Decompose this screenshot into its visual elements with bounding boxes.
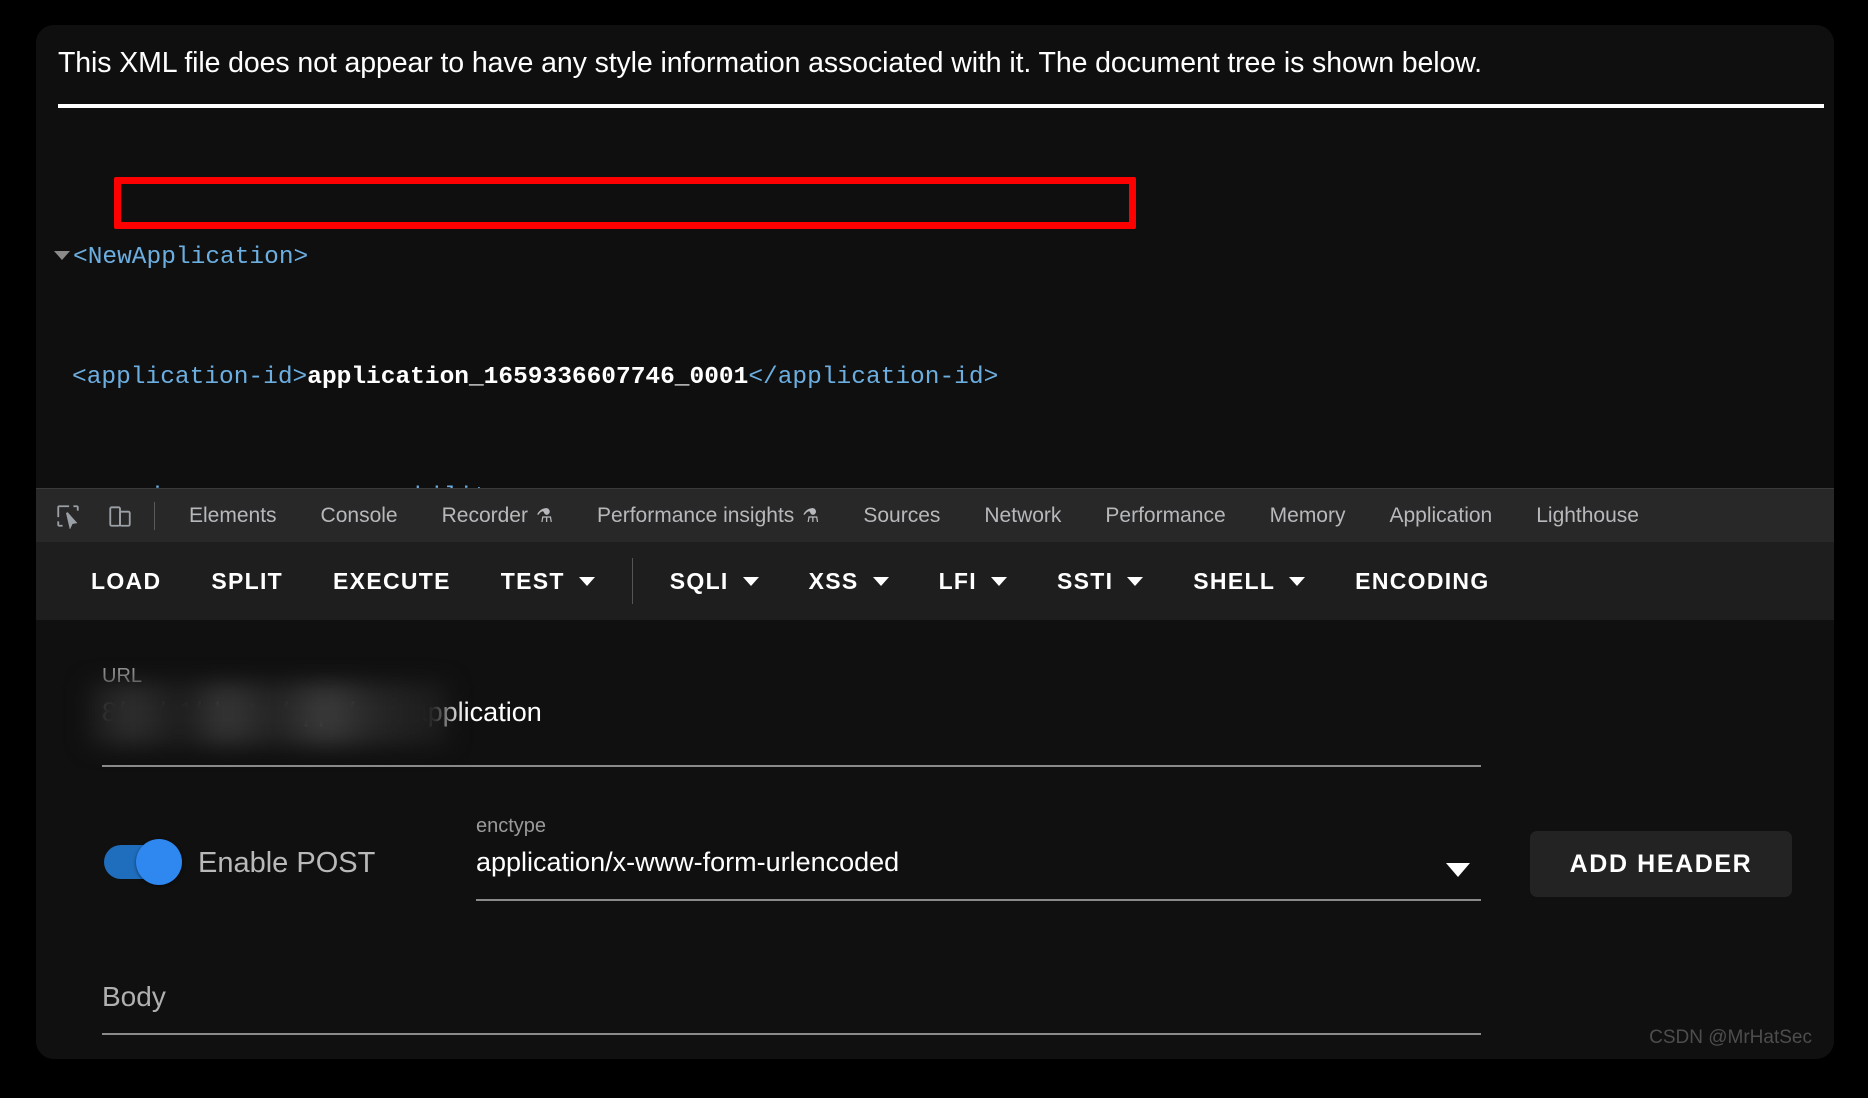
xml-document-viewer: This XML file does not appear to have an… xyxy=(36,25,1834,991)
button-label: SHELL xyxy=(1193,567,1276,594)
button-label: EXECUTE xyxy=(333,567,451,594)
xml-tag-newapplication-open: <NewApplication> xyxy=(73,244,309,271)
tab-lighthouse[interactable]: Lighthouse xyxy=(1514,504,1661,528)
body-field-label: Body xyxy=(102,981,166,1012)
button-label: SQLI xyxy=(669,567,729,594)
enctype-field-label: enctype xyxy=(476,815,547,837)
button-label: ENCODING xyxy=(1355,567,1490,594)
xss-menu-button[interactable]: XSS xyxy=(784,568,914,595)
devtools-tab-bar: Elements Console Recorder ⚗ Performance i… xyxy=(36,488,1834,544)
url-redaction-blur xyxy=(88,683,448,745)
tab-console[interactable]: Console xyxy=(299,504,420,528)
tab-label: Application xyxy=(1389,504,1493,527)
chevron-down-icon[interactable] xyxy=(1446,863,1470,877)
button-label: LFI xyxy=(938,567,977,594)
experiment-flask-icon: ⚗ xyxy=(535,505,554,527)
chevron-down-icon[interactable] xyxy=(990,576,1007,586)
tab-performance[interactable]: Performance xyxy=(1083,504,1247,528)
chevron-down-icon[interactable] xyxy=(578,576,595,586)
enctype-select[interactable]: application/x-www-form-urlencoded xyxy=(476,847,899,878)
tab-label: Sources xyxy=(863,504,941,527)
tab-label: Elements xyxy=(189,504,277,527)
chevron-down-icon[interactable] xyxy=(1127,576,1144,586)
chevron-down-icon[interactable] xyxy=(742,576,759,586)
tab-sources[interactable]: Sources xyxy=(841,504,962,528)
xml-node-newapplication[interactable]: <NewApplication> xyxy=(54,243,998,273)
experiment-flask-icon: ⚗ xyxy=(802,505,820,527)
xml-value-application-id: application_1659336607746_0001 xyxy=(307,364,749,391)
tab-elements[interactable]: Elements xyxy=(167,504,299,528)
tab-label: Console xyxy=(320,504,398,527)
notice-divider xyxy=(58,104,1824,108)
test-menu-button[interactable]: TEST xyxy=(476,568,620,595)
xml-tag-application-id-open: <application-id> xyxy=(72,364,308,391)
tab-application[interactable]: Application xyxy=(1367,504,1514,528)
csdn-watermark: CSDN @MrHatSec xyxy=(1649,1027,1812,1048)
tab-label: Network xyxy=(984,504,1062,527)
sqli-menu-button[interactable]: SQLI xyxy=(645,568,784,595)
button-label: SPLIT xyxy=(211,567,284,594)
tab-performance-insights[interactable]: Performance insights ⚗ xyxy=(575,504,841,528)
toolbar-divider xyxy=(154,502,155,530)
triangle-down-icon[interactable] xyxy=(54,251,70,260)
xml-no-stylesheet-notice: This XML file does not appear to have an… xyxy=(58,47,1482,79)
load-button[interactable]: LOAD xyxy=(66,568,186,595)
add-header-button[interactable]: ADD HEADER xyxy=(1530,831,1792,897)
chevron-down-icon[interactable] xyxy=(872,576,889,586)
device-toolbar-icon[interactable] xyxy=(100,496,140,536)
inspect-element-icon[interactable] xyxy=(48,496,88,536)
xml-node-application-id[interactable]: <application-id>application_165933660774… xyxy=(54,363,998,393)
execute-button[interactable]: EXECUTE xyxy=(308,568,476,595)
url-field-underline xyxy=(102,765,1481,767)
body-field-underline xyxy=(102,1033,1481,1035)
tab-label: Lighthouse xyxy=(1536,504,1639,527)
tab-network[interactable]: Network xyxy=(962,504,1083,528)
shell-menu-button[interactable]: SHELL xyxy=(1168,568,1330,595)
enctype-field-underline xyxy=(476,899,1481,901)
button-label: XSS xyxy=(808,567,859,594)
button-label: TEST xyxy=(500,567,565,594)
enable-post-toggle-knob[interactable] xyxy=(136,839,182,885)
enable-post-label: Enable POST xyxy=(198,847,376,879)
tab-label: Performance xyxy=(1105,504,1226,527)
tab-memory[interactable]: Memory xyxy=(1248,504,1368,528)
tab-label: Memory xyxy=(1269,504,1346,527)
split-button[interactable]: SPLIT xyxy=(186,568,308,595)
browser-window-panel: This XML file does not appear to have an… xyxy=(36,25,1834,1059)
lfi-menu-button[interactable]: LFI xyxy=(914,568,1032,595)
tab-label: Performance insights xyxy=(597,504,795,527)
tab-label: Recorder xyxy=(441,504,528,527)
extension-action-toolbar: LOAD SPLIT EXECUTE TEST SQLI XSS LFI SST… xyxy=(36,542,1834,620)
xml-tag-application-id-close: </application-id> xyxy=(748,364,999,391)
button-label: SSTI xyxy=(1056,567,1114,594)
toolbar-divider xyxy=(631,558,633,604)
button-label: LOAD xyxy=(91,567,162,594)
ssti-menu-button[interactable]: SSTI xyxy=(1032,568,1168,595)
chevron-down-icon[interactable] xyxy=(1289,576,1306,586)
encoding-menu-button[interactable]: ENCODING xyxy=(1330,568,1514,595)
tab-recorder[interactable]: Recorder ⚗ xyxy=(420,504,575,528)
